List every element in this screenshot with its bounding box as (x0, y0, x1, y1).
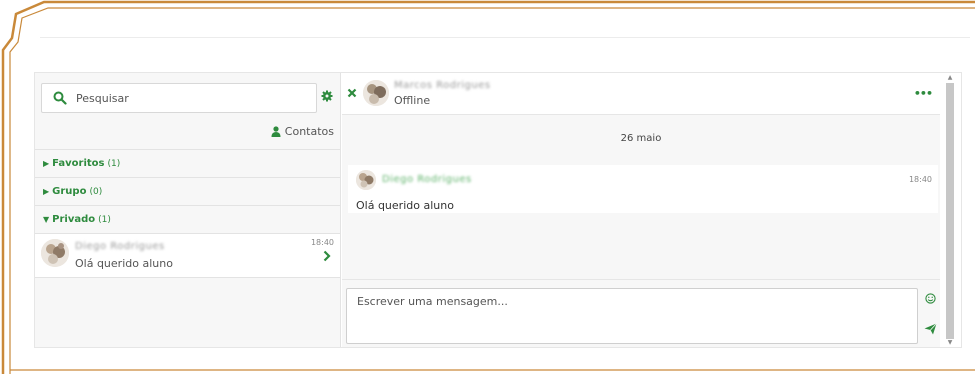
search-icon (53, 91, 67, 105)
message-text: Olá querido aluno (356, 199, 454, 212)
section-count: (0) (89, 186, 103, 197)
smiley-icon[interactable] (925, 293, 936, 304)
message-time: 18:40 (908, 175, 932, 184)
header-divider (40, 37, 970, 38)
scroll-down-arrow[interactable]: ▼ (946, 339, 954, 347)
gear-icon[interactable] (321, 90, 333, 102)
caret-right-icon: ▶ (43, 159, 50, 168)
conversation-last-message: Olá querido aluno (75, 257, 173, 270)
caret-down-icon: ▼ (43, 215, 50, 224)
message-sender: Diego Rodrigues (382, 174, 472, 185)
section-label: Favoritos (52, 158, 105, 169)
message-area: 26 maio Diego Rodrigues 18:40 Olá querid… (342, 115, 940, 279)
chat-header: Marcos Rodrigues Offline ••• (342, 73, 940, 115)
avatar (363, 80, 389, 106)
section-count: (1) (98, 214, 111, 225)
chat-contact-name: Marcos Rodrigues (394, 80, 491, 91)
more-options-button[interactable]: ••• (914, 87, 933, 100)
conversation-item[interactable]: Diego Rodrigues Olá querido aluno 18:40 (35, 233, 340, 278)
date-separator: 26 maio (620, 133, 662, 144)
section-label: Grupo (52, 186, 87, 197)
message: Diego Rodrigues 18:40 Olá querido aluno (348, 165, 938, 213)
contacts-label: Contatos (284, 125, 334, 138)
chat-contact-status: Offline (394, 94, 431, 107)
search-box (41, 83, 317, 113)
search-input[interactable] (76, 88, 306, 108)
section-count: (1) (107, 158, 121, 169)
scroll-up-arrow[interactable]: ▲ (946, 74, 954, 82)
user-icon (271, 126, 281, 137)
messaging-app: Contatos ▶ Favoritos (1) ▶ Grupo (0) ▼ P… (34, 72, 962, 348)
section-label: Privado (52, 214, 96, 225)
conversation-panel: Contatos ▶ Favoritos (1) ▶ Grupo (0) ▼ P… (35, 73, 341, 347)
message-composer (342, 279, 940, 347)
conversation-name: Diego Rodrigues (75, 241, 165, 252)
chevron-right-icon (323, 250, 331, 262)
section-favoritos[interactable]: ▶ Favoritos (1) (35, 149, 340, 177)
chat-panel: Marcos Rodrigues Offline ••• 26 maio Die… (342, 73, 954, 347)
scrollbar[interactable]: ▲ ▼ (940, 73, 961, 347)
scrollbar-thumb[interactable] (946, 83, 954, 339)
conversation-time: 18:40 (310, 238, 334, 247)
message-input[interactable] (346, 288, 918, 344)
close-icon[interactable] (347, 88, 357, 98)
contacts-link[interactable]: Contatos (271, 125, 334, 138)
section-privado[interactable]: ▼ Privado (1) (35, 205, 340, 233)
avatar (356, 170, 376, 190)
section-grupo[interactable]: ▶ Grupo (0) (35, 177, 340, 205)
send-icon[interactable] (924, 323, 937, 335)
caret-right-icon: ▶ (43, 187, 50, 196)
avatar (41, 239, 69, 267)
